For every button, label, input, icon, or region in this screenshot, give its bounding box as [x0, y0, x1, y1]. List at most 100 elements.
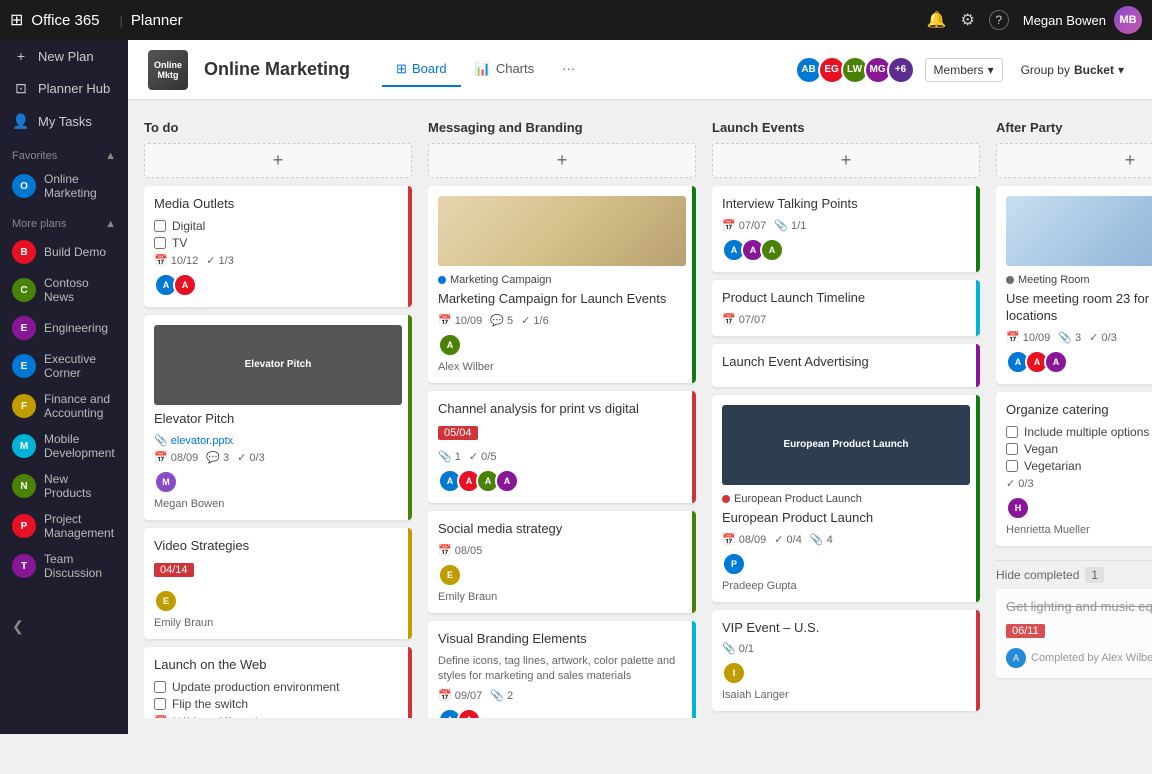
card[interactable]: Visual Branding ElementsDefine icons, ta…	[428, 621, 696, 718]
suite-name: Office 365	[31, 12, 99, 29]
card-top-border	[692, 186, 696, 383]
card-attach: 📎 1/1	[774, 219, 806, 232]
sidebar-item-contoso-news[interactable]: CContoso News	[0, 270, 128, 310]
plan-color: E	[12, 354, 36, 378]
card-top-border	[408, 528, 412, 639]
board-icon: ⊞	[396, 61, 407, 77]
waffle-icon[interactable]: ⊞	[10, 10, 23, 30]
card[interactable]: Get lighting and music equipment06/11 A …	[996, 589, 1152, 678]
card-checkbox[interactable]: Digital	[154, 219, 402, 233]
help-icon[interactable]: ?	[989, 10, 1009, 30]
card-checkbox[interactable]: Update production environment	[154, 680, 402, 694]
user-info[interactable]: Megan Bowen MB	[1023, 6, 1142, 34]
notifications-icon[interactable]: 🔔	[927, 10, 947, 30]
card-date: 📅 10/12	[154, 254, 198, 267]
card-attachments: ✓ 1	[241, 715, 259, 718]
plan-name: Team Discussion	[44, 552, 116, 580]
planner-hub-label: Planner Hub	[38, 81, 110, 96]
card-checkbox[interactable]: Vegan	[1006, 442, 1152, 456]
completed-header[interactable]: Hide completed1▲	[996, 560, 1152, 589]
card-checkbox[interactable]: Vegetarian	[1006, 459, 1152, 473]
card-title: Launch Event Advertising	[722, 354, 970, 371]
sidebar-item-online-marketing[interactable]: O Online Marketing	[0, 166, 128, 206]
column-add-card[interactable]: +	[712, 143, 980, 178]
more-plans-label: More plans	[12, 218, 66, 230]
card-avatars: E	[154, 589, 402, 613]
card-meta: ✓ 0/3	[1006, 477, 1152, 490]
checkbox-label: Flip the switch	[172, 697, 248, 711]
column-add-card[interactable]: +	[144, 143, 412, 178]
board-column-launch: Launch Events + Interview Talking Points📅 …	[712, 116, 980, 718]
checkbox-label: Digital	[172, 219, 205, 233]
card[interactable]: Organize cateringInclude multiple option…	[996, 392, 1152, 546]
tab-charts[interactable]: 📊 Charts	[461, 53, 548, 87]
sidebar-item-my-tasks[interactable]: 👤 My Tasks	[0, 105, 128, 138]
sidebar-item-team-discussion[interactable]: TTeam Discussion	[0, 546, 128, 586]
sidebar-item-project-management[interactable]: PProject Management	[0, 506, 128, 546]
card[interactable]: Launch Event Advertising···	[712, 344, 980, 387]
card-checklist: ✓ 0/3	[1006, 477, 1034, 490]
card-checkbox[interactable]: Include multiple options	[1006, 425, 1152, 439]
plan-color: F	[12, 394, 36, 418]
card-top-border	[408, 647, 412, 718]
card-title: Video Strategies	[154, 538, 402, 555]
plan-name: New Products	[44, 472, 116, 500]
card[interactable]: Launch on the WebUpdate production envir…	[144, 647, 412, 718]
sidebar-item-new-plan[interactable]: + New Plan	[0, 40, 128, 72]
avatar-name: Henrietta Mueller	[1006, 524, 1152, 536]
group-by-button[interactable]: Group by Bucket ▾	[1013, 59, 1132, 81]
card-description: Define icons, tag lines, artwork, color …	[438, 654, 686, 685]
card-meta: 📅 08/09✓ 0/4📎 4	[722, 533, 970, 546]
favorites-collapse[interactable]: ▲	[105, 150, 116, 162]
more-plans-list: BBuild DemoCContoso NewsEEngineeringEExe…	[0, 234, 128, 586]
card-image	[438, 196, 686, 266]
sidebar-collapse-btn[interactable]: ❮	[0, 606, 128, 647]
card-top-border	[976, 186, 980, 272]
card-checkbox[interactable]: Flip the switch	[154, 697, 402, 711]
tab-more[interactable]: ···	[548, 53, 589, 87]
column-title: Launch Events	[712, 120, 804, 135]
sidebar-item-planner-hub[interactable]: ⊡ Planner Hub	[0, 72, 128, 105]
card[interactable]: VIP Event – U.S.📎 0/1IIsaiah Langer···	[712, 610, 980, 712]
card-title: Social media strategy	[438, 521, 686, 538]
card[interactable]: Marketing Campaign Marketing Campaign fo…	[428, 186, 696, 383]
card-avatar: A	[438, 333, 462, 357]
sidebar-item-engineering[interactable]: EEngineering	[0, 310, 128, 346]
card-avatar: M	[154, 470, 178, 494]
avatar-name: Isaiah Langer	[722, 689, 970, 701]
completed-count: 1	[1085, 567, 1104, 583]
tab-board[interactable]: ⊞ Board	[382, 53, 461, 87]
card-date: 📅 08/09	[722, 533, 766, 546]
card[interactable]: Social media strategy📅 08/05EEmily Braun…	[428, 511, 696, 613]
card[interactable]: Media OutletsDigitalTV📅 10/12✓ 1/3AA···	[144, 186, 412, 307]
more-plans-collapse[interactable]: ▲	[105, 218, 116, 230]
settings-icon[interactable]: ⚙	[961, 10, 975, 30]
sidebar-item-finance-and-accounting[interactable]: FFinance and Accounting	[0, 386, 128, 426]
card[interactable]: Meeting Room Use meeting room 23 for bra…	[996, 186, 1152, 384]
checkbox-label: TV	[172, 236, 187, 250]
card-title: Product Launch Timeline	[722, 290, 970, 307]
card[interactable]: Elevator PitchElevator Pitch📎 elevator.p…	[144, 315, 412, 520]
card-title: Media Outlets	[154, 196, 402, 213]
plan-color: B	[12, 240, 36, 264]
card[interactable]: Channel analysis for print vs digital05/…	[428, 391, 696, 503]
favorites-section: Favorites ▲	[0, 142, 128, 166]
sidebar-item-executive-corner[interactable]: EExecutive Corner	[0, 346, 128, 386]
card-checkbox[interactable]: TV	[154, 236, 402, 250]
card[interactable]: Interview Talking Points📅 07/07📎 1/1AAA·…	[712, 186, 980, 272]
plus-icon: +	[273, 150, 284, 171]
sidebar-item-mobile-development[interactable]: MMobile Development	[0, 426, 128, 466]
chevron-left-icon: ❮	[12, 618, 24, 634]
card-top-border	[408, 186, 412, 307]
members-button[interactable]: Members ▾	[925, 58, 1003, 82]
column-add-card[interactable]: +	[996, 143, 1152, 178]
card[interactable]: Product Launch Timeline📅 07/07···	[712, 280, 980, 336]
sidebar-item-new-products[interactable]: NNew Products	[0, 466, 128, 506]
sidebar-item-build-demo[interactable]: BBuild Demo	[0, 234, 128, 270]
board-column-todo: To do+Media OutletsDigitalTV📅 10/12✓ 1/3…	[144, 116, 412, 718]
column-add-card[interactable]: +	[428, 143, 696, 178]
card-title: Elevator Pitch	[154, 411, 402, 428]
card[interactable]: European Product Launch European Product…	[712, 395, 980, 602]
plus-icon: +	[557, 150, 568, 171]
card[interactable]: Video Strategies04/14EEmily Braun···	[144, 528, 412, 639]
